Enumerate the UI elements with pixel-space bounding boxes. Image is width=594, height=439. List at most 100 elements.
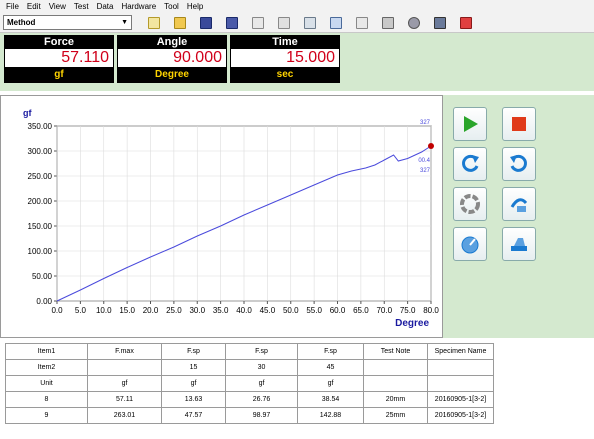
- table-cell[interactable]: F.sp: [297, 343, 364, 360]
- table-cell[interactable]: 20160905-1[3-2]: [427, 391, 494, 408]
- document-icon[interactable]: [252, 16, 264, 29]
- menu-bar: File Edit View Test Data Hardware Tool H…: [0, 0, 594, 13]
- save-icon[interactable]: [200, 16, 212, 29]
- time-label: Time: [230, 35, 340, 49]
- method-select[interactable]: Method ▼: [3, 15, 132, 30]
- force-angle-chart: 0.00 50.00 100.00 150.00 200.00 250.00 300.00 3…: [23, 108, 439, 329]
- angle-value: 90.000: [117, 49, 227, 67]
- table-cell[interactable]: gf: [297, 375, 364, 392]
- force-value: 57.110: [4, 49, 114, 67]
- calibrate-button[interactable]: [502, 187, 536, 221]
- table-cell[interactable]: 30: [225, 359, 298, 376]
- table-cell[interactable]: 9: [5, 407, 88, 424]
- undo-button[interactable]: [502, 147, 536, 181]
- table-cell[interactable]: 8: [5, 391, 88, 408]
- table-cell[interactable]: F.sp: [225, 343, 298, 360]
- y-axis-label: gf: [23, 108, 32, 118]
- edit-icon[interactable]: [434, 16, 446, 29]
- table-row[interactable]: Unit gf gf gf gf: [5, 375, 494, 392]
- table-cell[interactable]: 38.54: [297, 391, 364, 408]
- table-cell[interactable]: 57.11: [87, 391, 162, 408]
- table-cell[interactable]: 20160905-1[3-2]: [427, 407, 494, 424]
- table-cell[interactable]: Item1: [5, 343, 88, 360]
- window-icon[interactable]: [330, 16, 342, 29]
- table-cell[interactable]: 45: [297, 359, 364, 376]
- save-as-icon[interactable]: [226, 16, 238, 29]
- table-row[interactable]: Item1 F.max F.sp F.sp F.sp Test Note Specimen …: [5, 343, 494, 360]
- x-tick-label: 0.0: [51, 306, 63, 315]
- table-cell[interactable]: [427, 359, 494, 376]
- chart-panel: 0.00 50.00 100.00 150.00 200.00 250.00 300.00 3…: [0, 95, 443, 338]
- fixture-button[interactable]: [502, 227, 536, 261]
- table-row[interactable]: 9 263.01 47.57 98.97 142.88 25mm 20160905-1[3-…: [5, 407, 494, 424]
- x-tick-label: 15.0: [119, 306, 135, 315]
- table-cell[interactable]: [363, 359, 428, 376]
- print-icon[interactable]: [382, 16, 394, 29]
- table-cell[interactable]: F.sp: [161, 343, 226, 360]
- table-cell[interactable]: [363, 375, 428, 392]
- table-cell[interactable]: [427, 375, 494, 392]
- y-tick-label: 50.00: [32, 272, 53, 281]
- marker-label: 327: [420, 120, 431, 126]
- x-tick-label: 25.0: [166, 306, 182, 315]
- x-tick-label: 70.0: [376, 306, 392, 315]
- table-cell[interactable]: [87, 359, 162, 376]
- table-cell[interactable]: 25mm: [363, 407, 428, 424]
- exit-icon[interactable]: [460, 16, 472, 29]
- undo-icon: [510, 154, 527, 172]
- table-cell[interactable]: Item2: [5, 359, 88, 376]
- x-tick-label: 35.0: [213, 306, 229, 315]
- table-cell[interactable]: gf: [161, 375, 226, 392]
- table-cell[interactable]: 263.01: [87, 407, 162, 424]
- table-cell[interactable]: 20mm: [363, 391, 428, 408]
- menu-data[interactable]: Data: [97, 2, 114, 11]
- menu-help[interactable]: Help: [187, 2, 203, 11]
- table-cell[interactable]: 15: [161, 359, 226, 376]
- table-cell[interactable]: 13.63: [161, 391, 226, 408]
- table-cell[interactable]: 47.57: [161, 407, 226, 424]
- time-unit: sec: [230, 67, 340, 83]
- link-icon[interactable]: [408, 16, 420, 29]
- table-row[interactable]: Item2 15 30 45: [5, 359, 494, 376]
- table-cell[interactable]: 142.88: [297, 407, 364, 424]
- reset-button[interactable]: [453, 187, 487, 221]
- table-cell[interactable]: Unit: [5, 375, 88, 392]
- table-cell[interactable]: F.max: [87, 343, 162, 360]
- return-icon: [462, 154, 479, 172]
- x-tick-label: 10.0: [96, 306, 112, 315]
- settings-icon[interactable]: [304, 16, 316, 29]
- table-cell[interactable]: gf: [225, 375, 298, 392]
- new-doc-icon[interactable]: [148, 16, 160, 29]
- marker-label: 327: [420, 168, 431, 174]
- y-tick-label: 0.00: [36, 297, 52, 306]
- force-readout: Force 57.110 gf: [4, 35, 114, 85]
- table-cell[interactable]: 98.97: [225, 407, 298, 424]
- start-button[interactable]: [453, 107, 487, 141]
- menu-hardware[interactable]: Hardware: [121, 2, 156, 11]
- return-button[interactable]: [453, 147, 487, 181]
- time-readout: Time 15.000 sec: [230, 35, 340, 85]
- menu-tool[interactable]: Tool: [164, 2, 179, 11]
- menu-view[interactable]: View: [49, 2, 66, 11]
- document-copy-icon[interactable]: [278, 16, 290, 29]
- chevron-down-icon: ▼: [121, 19, 128, 26]
- x-tick-label: 55.0: [306, 306, 322, 315]
- x-tick-label: 45.0: [260, 306, 276, 315]
- table-cell[interactable]: gf: [87, 375, 162, 392]
- table-cell[interactable]: 26.76: [225, 391, 298, 408]
- report-icon[interactable]: [356, 16, 368, 29]
- toolbar-icons: [148, 16, 486, 29]
- x-tick-label: 65.0: [353, 306, 369, 315]
- open-folder-icon[interactable]: [174, 16, 186, 29]
- table-cell[interactable]: Test Note: [363, 343, 428, 360]
- angle-label: Angle: [117, 35, 227, 49]
- menu-test[interactable]: Test: [74, 2, 89, 11]
- table-row[interactable]: 8 57.11 13.63 26.76 38.54 20mm 20160905-1[3-2]: [5, 391, 494, 408]
- time-value: 15.000: [230, 49, 340, 67]
- speed-button[interactable]: [453, 227, 487, 261]
- menu-file[interactable]: File: [6, 2, 19, 11]
- readout-panel: Force 57.110 gf Angle 90.000 Degree Time…: [0, 33, 594, 91]
- table-cell[interactable]: Specimen Name: [427, 343, 494, 360]
- stop-button[interactable]: [502, 107, 536, 141]
- menu-edit[interactable]: Edit: [27, 2, 41, 11]
